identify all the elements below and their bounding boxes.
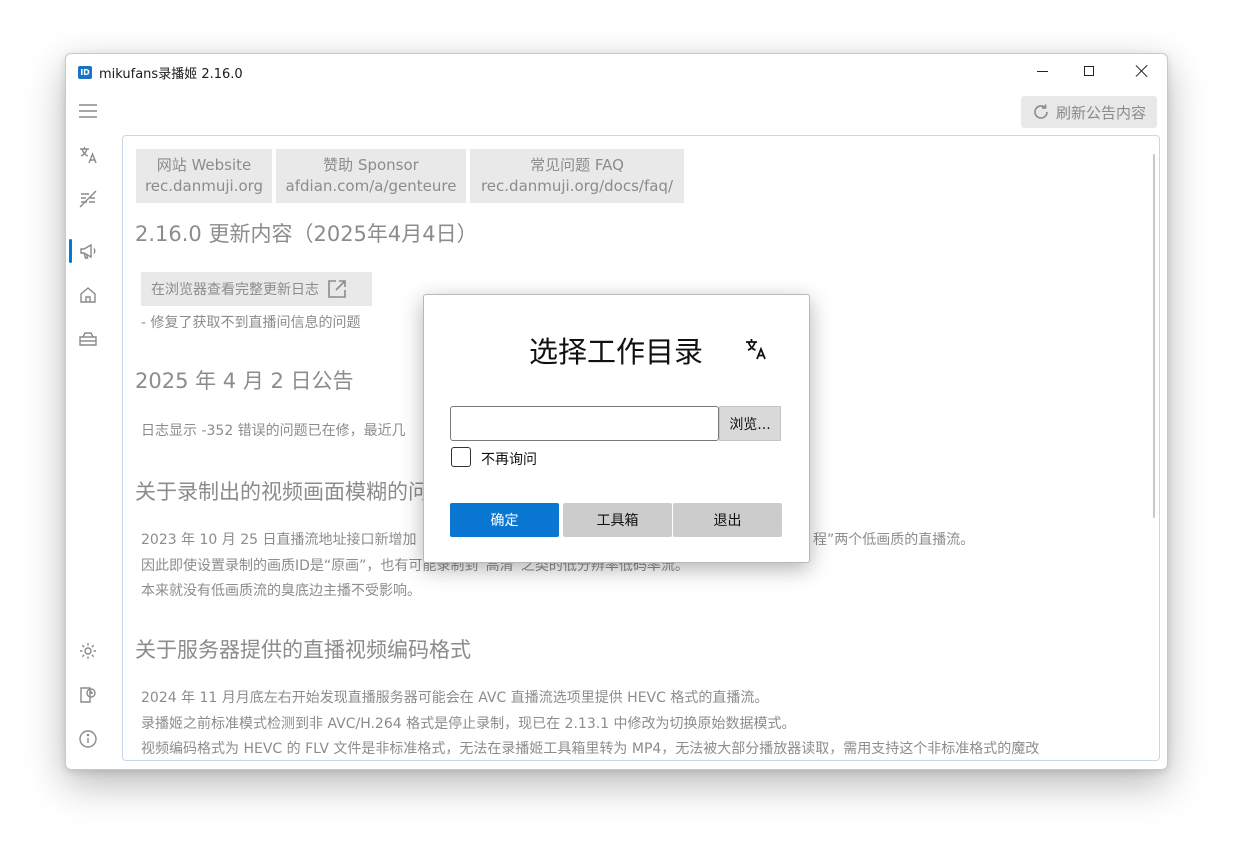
faq-link-url: rec.danmuji.org/docs/faq/ <box>480 177 674 195</box>
active-nav-indicator <box>69 239 72 263</box>
announcement-heading: 2025 年 4 月 2 日公告 <box>135 369 354 393</box>
maximize-icon <box>1084 66 1094 76</box>
toolbox-button[interactable]: 工具箱 <box>563 503 672 537</box>
scrollbar[interactable] <box>1153 154 1155 518</box>
app-logo-icon: ID <box>78 66 92 79</box>
codec-paragraph-3: 视频编码格式为 HEVC 的 FLV 文件是非标准格式，无法在录播姬工具箱里转为… <box>141 741 1040 757</box>
window-title: mikufans录播姬 2.16.0 <box>99 67 243 82</box>
title-bar: ID mikufans录播姬 2.16.0 <box>66 54 1167 90</box>
browse-button[interactable]: 浏览... <box>719 406 781 441</box>
codec-heading: 关于服务器提供的直播视频编码格式 <box>135 638 471 662</box>
language-translate-icon[interactable] <box>744 337 768 361</box>
faq-link-title: 常见问题 FAQ <box>530 156 624 174</box>
website-link-url: rec.danmuji.org <box>144 177 264 195</box>
dont-ask-label[interactable]: 不再询问 <box>481 449 537 469</box>
website-link[interactable]: 网站 Website rec.danmuji.org <box>136 149 272 203</box>
danmaku-off-icon[interactable] <box>76 187 100 211</box>
maximize-button[interactable] <box>1066 54 1112 88</box>
website-link-title: 网站 Website <box>156 156 252 174</box>
dont-ask-checkbox[interactable] <box>451 447 471 467</box>
blur-paragraph-3: 本来就没有低画质流的臭底边主播不受影响。 <box>141 583 421 599</box>
exit-button[interactable]: 退出 <box>673 503 782 537</box>
update-heading: 2.16.0 更新内容（2025年4月4日） <box>135 222 478 246</box>
changelog-button-label: 在浏览器查看完整更新日志 <box>151 282 319 298</box>
hamburger-menu-icon[interactable] <box>76 99 100 123</box>
view-changelog-button[interactable]: 在浏览器查看完整更新日志 <box>141 272 372 306</box>
announcement-icon[interactable] <box>76 239 100 263</box>
codec-paragraph-1: 2024 年 11 月月底左右开始发现直播服务器可能会在 AVC 直播流选项里提… <box>141 690 769 706</box>
faq-link[interactable]: 常见问题 FAQ rec.danmuji.org/docs/faq/ <box>470 149 684 203</box>
sponsor-link-title: 赞助 Sponsor <box>323 156 419 174</box>
home-icon[interactable] <box>76 283 100 307</box>
sponsor-link[interactable]: 赞助 Sponsor afdian.com/a/genteure <box>276 149 466 203</box>
info-icon[interactable] <box>76 727 100 751</box>
announcement-text: 日志显示 -352 错误的问题已在修，最近几 <box>141 423 406 439</box>
blur-paragraph-1-tail: 程”两个低画质的直播流。 <box>813 532 975 548</box>
workdir-path-input[interactable] <box>450 406 719 441</box>
log-icon[interactable] <box>76 683 100 707</box>
select-workdir-dialog: 选择工作目录 浏览... 不再询问 确定 工具箱 退出 <box>423 294 810 563</box>
minimize-icon <box>1036 70 1048 72</box>
minimize-button[interactable] <box>1019 54 1065 88</box>
refresh-icon <box>1034 104 1048 119</box>
update-item: - 修复了获取不到直播间信息的问题 <box>141 315 361 331</box>
close-icon <box>1136 65 1148 77</box>
refresh-announcement-button[interactable]: 刷新公告内容 <box>1021 96 1157 128</box>
sponsor-link-url: afdian.com/a/genteure <box>285 177 457 195</box>
translate-icon[interactable] <box>76 143 100 167</box>
blur-paragraph-1: 2023 年 10 月 25 日直播流地址接口新增加 <box>141 532 417 548</box>
confirm-button[interactable]: 确定 <box>450 503 559 537</box>
toolbox-icon[interactable] <box>76 327 100 351</box>
blur-heading: 关于录制出的视频画面模糊的问 <box>135 480 429 504</box>
close-button[interactable] <box>1119 54 1165 88</box>
external-link-icon <box>328 280 346 298</box>
dialog-title: 选择工作目录 <box>529 335 704 369</box>
refresh-button-label: 刷新公告内容 <box>1055 103 1146 122</box>
codec-paragraph-2: 录播姬之前标准模式检测到非 AVC/H.264 格式是停止录制，现已在 2.13… <box>141 716 796 732</box>
settings-gear-icon[interactable] <box>76 639 100 663</box>
